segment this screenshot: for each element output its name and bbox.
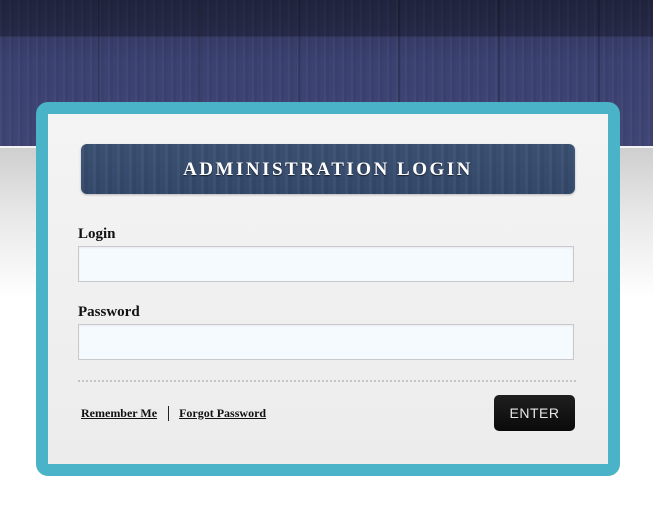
password-label: Password: [78, 304, 140, 320]
form-links: Remember Me Forgot Password: [81, 404, 266, 422]
enter-button[interactable]: ENTER: [494, 395, 575, 431]
login-label: Login: [78, 226, 116, 242]
remember-me-link[interactable]: Remember Me: [81, 406, 157, 421]
page-title: ADMINISTRATION LOGIN: [183, 159, 473, 180]
link-separator: [168, 405, 170, 421]
login-header-bar: ADMINISTRATION LOGIN: [81, 144, 575, 194]
login-input[interactable]: [78, 246, 574, 282]
forgot-password-link[interactable]: Forgot Password: [179, 406, 266, 421]
form-divider: [78, 380, 576, 382]
password-input[interactable]: [78, 324, 574, 360]
